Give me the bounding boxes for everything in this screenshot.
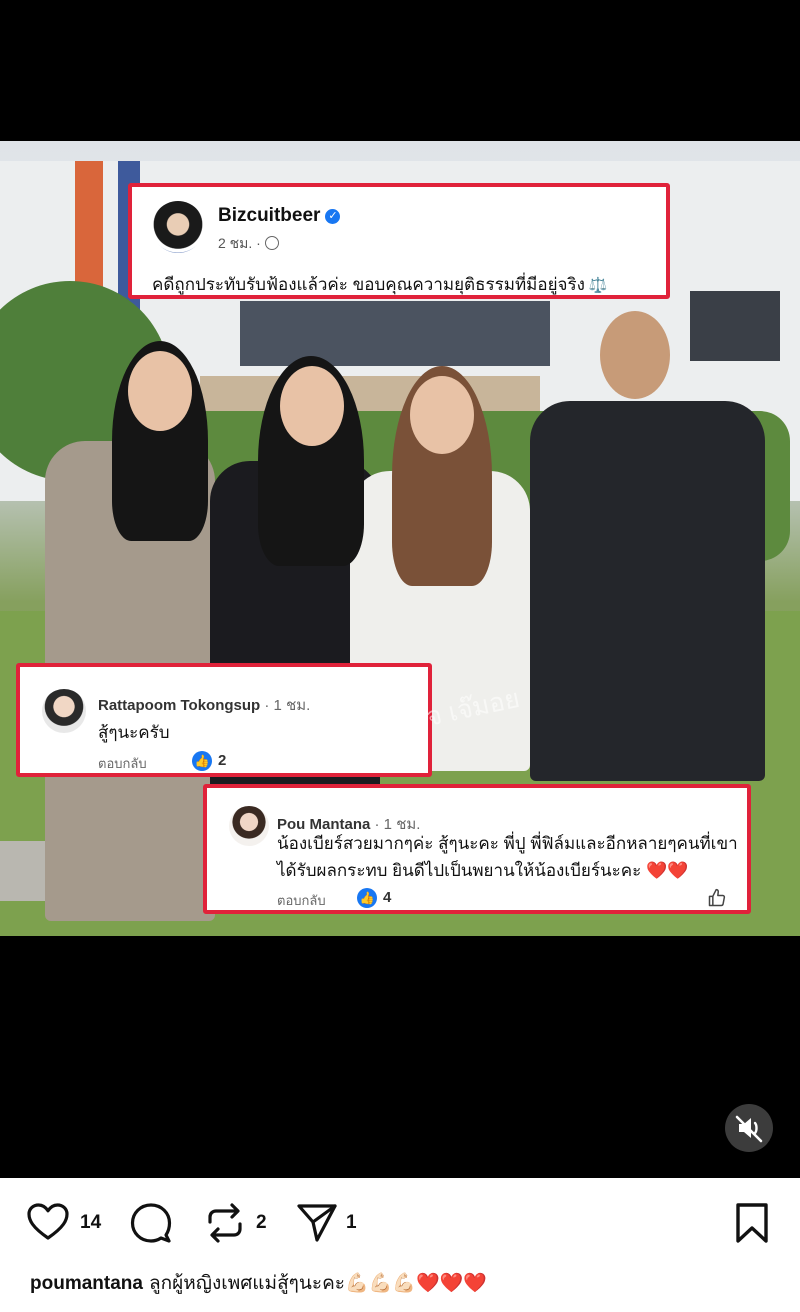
like-count: 4 (383, 889, 392, 906)
facebook-post-card: Bizcuitbeer ✓ 2 ชม. · คดีถูกประทับรับฟ้อง… (128, 183, 670, 299)
video-player[interactable]: Bizcuitbeer ✓ 2 ชม. · คดีถูกประทับรับฟ้อง… (0, 0, 800, 1178)
caption: poumantana ลูกผู้หญิงเพศแม่สู้ๆนะคะ💪🏻💪🏻💪🏻… (30, 1268, 487, 1298)
building-window (690, 291, 780, 361)
like-count: 14 (80, 1212, 102, 1233)
post-text: คดีถูกประทับรับฟ้องแล้วค่ะ ขอบคุณความยุต… (152, 275, 585, 294)
avatar (42, 689, 86, 733)
avatar (152, 201, 204, 253)
caption-username[interactable]: poumantana (30, 1273, 143, 1294)
steps (200, 376, 540, 416)
comment-author: Rattapoom Tokongsup (98, 697, 261, 714)
heart-emojis: ❤️❤️❤️ (415, 1273, 487, 1294)
face (600, 311, 670, 399)
mute-button[interactable] (725, 1104, 773, 1152)
face (410, 376, 474, 454)
post-time: 2 ชม. · (218, 235, 261, 251)
like-button[interactable] (26, 1202, 70, 1242)
comment-text-line1: น้องเบียร์สวยมากๆค่ะ สู้ๆนะคะ พี่ปู พี่ฟ… (277, 834, 738, 853)
caption-text: ลูกผู้หญิงเพศแม่สู้ๆนะคะ (148, 1273, 345, 1294)
comment-card: Rattapoom Tokongsup · 1 ชม. สู้ๆนะครับ ต… (16, 663, 432, 777)
muscle-emojis: 💪🏻💪🏻💪🏻 (344, 1273, 416, 1294)
globe-icon (264, 236, 279, 250)
avatar (229, 806, 269, 846)
scales-emoji: ⚖️ (588, 277, 608, 294)
comment-button[interactable] (129, 1202, 173, 1244)
face (280, 366, 344, 446)
heart-icon (27, 1203, 69, 1240)
action-bar: 14 2 1 (0, 1178, 800, 1268)
building-entrance (240, 301, 550, 366)
bookmark-icon (736, 1203, 768, 1243)
reply-link: ตอบกลับ (98, 756, 147, 771)
like-reaction-icon: 👍 (192, 751, 212, 771)
repost-icon (208, 1203, 242, 1243)
comment-text: สู้ๆนะครับ (98, 723, 170, 742)
repost-count: 2 (256, 1212, 267, 1233)
post-author-name: Bizcuitbeer (218, 205, 321, 226)
save-button[interactable] (734, 1202, 770, 1244)
comment-time: · 1 ชม. (264, 697, 311, 714)
comment-card: Pou Mantana · 1 ชม. น้องเบียร์สวยมากๆค่ะ… (203, 784, 751, 914)
repost-button[interactable] (204, 1202, 246, 1244)
comment-icon (130, 1203, 172, 1243)
person-4 (530, 401, 765, 781)
like-count: 2 (218, 752, 227, 769)
share-count: 1 (346, 1212, 357, 1233)
hearts-emoji: ❤️❤️ (646, 861, 689, 880)
share-button[interactable] (296, 1202, 338, 1244)
verified-badge-icon: ✓ (325, 209, 341, 224)
thumbs-up-icon (708, 888, 726, 907)
comment-text-line2: ได้รับผลกระทบ ยินดีไปเป็นพยานให้น้องเบีย… (277, 861, 642, 880)
face (128, 351, 192, 431)
send-icon (297, 1204, 337, 1242)
muted-speaker-icon (735, 1115, 763, 1143)
reply-link: ตอบกลับ (277, 893, 326, 908)
like-reaction-icon: 👍 (357, 888, 377, 908)
